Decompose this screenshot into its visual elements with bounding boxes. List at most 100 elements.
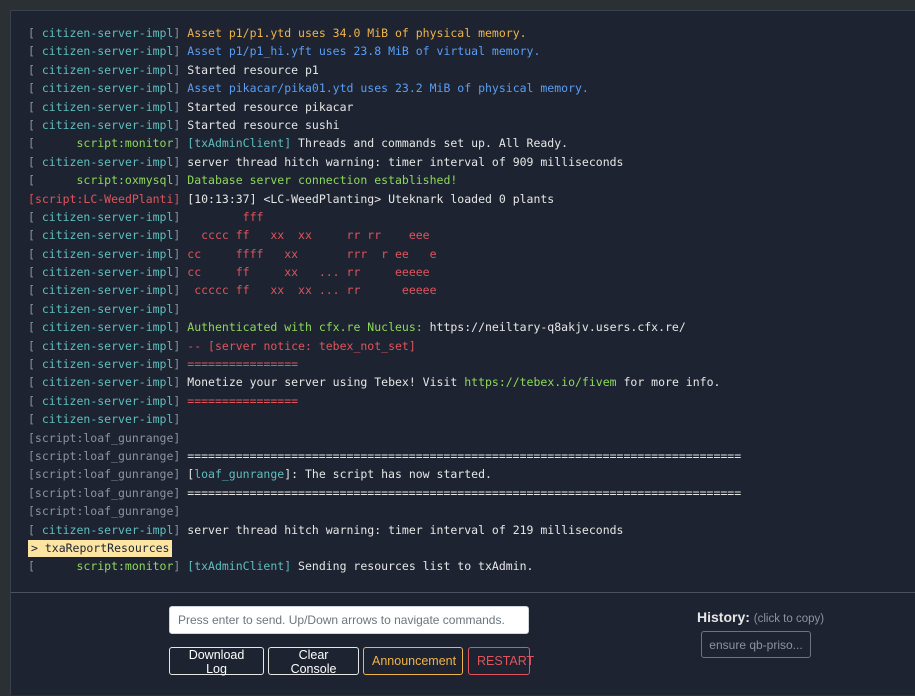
console-text-segment: citizen-server-impl bbox=[41, 375, 174, 390]
console-text-segment: [txAdminClient] bbox=[187, 559, 292, 574]
console-text-segment: [ bbox=[28, 338, 42, 353]
console-line: [script:LC-WeedPlanti] [10:13:37] <LC-We… bbox=[11, 190, 915, 208]
console-text-segment: [ bbox=[28, 375, 42, 390]
console-line: [ citizen-server-impl] fff bbox=[11, 208, 915, 226]
console-line: [ citizen-server-impl] server thread hit… bbox=[11, 153, 915, 171]
console-text-segment: ccccc ff xx xx ... rr eeeee bbox=[187, 283, 437, 298]
console-text-segment: [ bbox=[28, 191, 35, 206]
console-text-segment: ] bbox=[173, 81, 188, 96]
console-text-segment: ] bbox=[173, 522, 188, 537]
console-text-segment: citizen-server-impl bbox=[41, 26, 174, 40]
console-text-segment: ] bbox=[173, 191, 188, 206]
console-text-segment: server thread hitch warning: timer inter… bbox=[187, 154, 624, 169]
console-text-segment: -- [server notice: tebex_not_set] bbox=[187, 338, 416, 353]
console-text-segment: cc ff xx ... rr eeeee bbox=[187, 265, 430, 280]
console-text-segment: Started resource pikacar bbox=[187, 99, 354, 114]
console-text-segment: ] bbox=[173, 338, 188, 353]
console-text-segment: [ bbox=[28, 154, 42, 169]
console-text-segment: ] bbox=[173, 62, 188, 77]
console-text-segment: Database server connection established! bbox=[187, 173, 458, 188]
history-entry-button[interactable]: ensure qb-priso... bbox=[701, 631, 811, 658]
console-text-segment: citizen-server-impl bbox=[41, 99, 174, 114]
console-text-segment: Asset p1/p1.ytd uses 34.0 MiB of physica… bbox=[187, 26, 527, 40]
console-text-segment: [ bbox=[28, 301, 42, 316]
download-log-button[interactable]: Download Log bbox=[169, 647, 264, 676]
console-text-segment: citizen-server-impl bbox=[41, 338, 174, 353]
console-text-segment: https://neiltary-q8akjv.users.cfx.re/ bbox=[429, 320, 686, 335]
console-line: [ script:monitor] [txAdminClient] Sendin… bbox=[11, 557, 915, 575]
console-text-segment: citizen-server-impl bbox=[41, 209, 174, 224]
history-note: (click to copy) bbox=[753, 613, 825, 625]
console-text-segment: [script:loaf_gunrange] bbox=[28, 467, 181, 482]
console-text-segment: ] bbox=[173, 228, 188, 243]
console-text-segment: citizen-server-impl bbox=[41, 81, 174, 96]
console-output[interactable]: [ citizen-server-impl] Asset p1/p1.ytd u… bbox=[11, 11, 915, 593]
console-text-segment: ] bbox=[173, 412, 188, 427]
console-text-segment: Monetize your server using Tebex! Visit bbox=[187, 375, 465, 390]
console-text-segment: [10:13:37] <LC-WeedPlanting> Uteknark lo… bbox=[187, 191, 555, 206]
console-text-segment: script:monitor bbox=[76, 136, 174, 151]
console-line: [ script:monitor] [txAdminClient] Thread… bbox=[11, 134, 915, 152]
console-text-segment: citizen-server-impl bbox=[41, 301, 174, 316]
console-text-segment: script:oxmysql bbox=[76, 173, 174, 188]
console-text-segment: ] bbox=[173, 173, 188, 188]
console-text-segment: citizen-server-impl bbox=[41, 44, 174, 59]
console-text-segment: citizen-server-impl bbox=[41, 357, 174, 372]
console-text-segment: [ bbox=[28, 265, 42, 280]
console-text-segment: script:monitor bbox=[76, 559, 174, 574]
console-text-segment: Threads and commands set up. All Ready. bbox=[291, 136, 569, 151]
console-text-segment: [ bbox=[28, 283, 42, 298]
console-text-segment: fff bbox=[187, 209, 264, 224]
console-line: [ citizen-server-impl] Asset p1/p1.ytd u… bbox=[11, 24, 915, 42]
console-text-segment: [script:loaf_gunrange] bbox=[28, 448, 181, 463]
console-line: [script:loaf_gunrange] bbox=[11, 429, 915, 447]
console-line: [ citizen-server-impl] Monetize your ser… bbox=[11, 373, 915, 391]
console-text-segment: [ bbox=[28, 320, 42, 335]
restart-button[interactable]: RESTART bbox=[468, 647, 534, 675]
console-text-segment: [ bbox=[28, 136, 77, 151]
console-text-segment: cc ffff xx rrr r ee e bbox=[187, 246, 437, 261]
console-text-segment: Started resource p1 bbox=[187, 62, 319, 77]
console-text-segment: ] bbox=[173, 301, 188, 316]
console-text-segment: Authenticated with cfx.re Nucleus: bbox=[187, 320, 430, 335]
console-text-segment: citizen-server-impl bbox=[41, 246, 174, 261]
clear-console-button[interactable]: Clear Console bbox=[268, 647, 359, 676]
console-text-segment: [ bbox=[180, 467, 195, 482]
console-text-segment: ] bbox=[173, 375, 188, 390]
console-text-segment: ] bbox=[173, 26, 188, 40]
history-title: History: bbox=[697, 609, 750, 625]
console-line: [ citizen-server-impl] bbox=[11, 410, 915, 428]
console-text-segment: [script:loaf_gunrange] bbox=[28, 485, 181, 500]
console-line: [ citizen-server-impl] Asset pikacar/pik… bbox=[11, 79, 915, 97]
console-text-segment: citizen-server-impl bbox=[41, 283, 174, 298]
console-text-segment: [ bbox=[28, 173, 77, 188]
console-text-segment: [ bbox=[28, 209, 42, 224]
console-line: [script:loaf_gunrange] =================… bbox=[11, 484, 915, 502]
command-input[interactable] bbox=[169, 606, 529, 634]
console-line: [script:loaf_gunrange] [loaf_gunrange]: … bbox=[11, 465, 915, 483]
console-text-segment: ========================================… bbox=[180, 448, 742, 463]
console-text-segment: ] bbox=[173, 246, 188, 261]
console-text-segment: https://tebex.io/fivem bbox=[464, 375, 617, 390]
announcement-button[interactable]: Announcement bbox=[363, 647, 463, 675]
console-line: [ citizen-server-impl] Started resource … bbox=[11, 98, 915, 116]
console-text-segment: citizen-server-impl bbox=[41, 62, 174, 77]
console-line: [script:loaf_gunrange] bbox=[11, 502, 915, 520]
console-text-segment: [ bbox=[28, 559, 77, 574]
console-text-segment: [ bbox=[28, 117, 42, 132]
console-text-segment: citizen-server-impl bbox=[41, 117, 174, 132]
console-text-segment: [ bbox=[28, 246, 42, 261]
console-line: [ citizen-server-impl] Asset p1/p1_hi.yf… bbox=[11, 42, 915, 60]
console-text-segment: Started resource sushi bbox=[187, 117, 340, 132]
console-text-segment: citizen-server-impl bbox=[41, 228, 174, 243]
console-line: [ script:oxmysql] Database server connec… bbox=[11, 171, 915, 189]
console-line: [ citizen-server-impl] cc ff xx ... rr e… bbox=[11, 263, 915, 281]
console-command-line: > txaReportResources bbox=[11, 539, 915, 557]
console-text-segment: ] bbox=[173, 559, 188, 574]
console-text-segment: Asset pikacar/pika01.ytd uses 23.2 MiB o… bbox=[187, 81, 589, 96]
executed-command: > txaReportResources bbox=[28, 539, 173, 557]
console-text-segment: [ bbox=[28, 522, 42, 537]
console-text-segment: [ bbox=[28, 228, 42, 243]
console-text-segment: ] bbox=[173, 393, 188, 408]
console-text-segment: ================ bbox=[187, 393, 299, 408]
